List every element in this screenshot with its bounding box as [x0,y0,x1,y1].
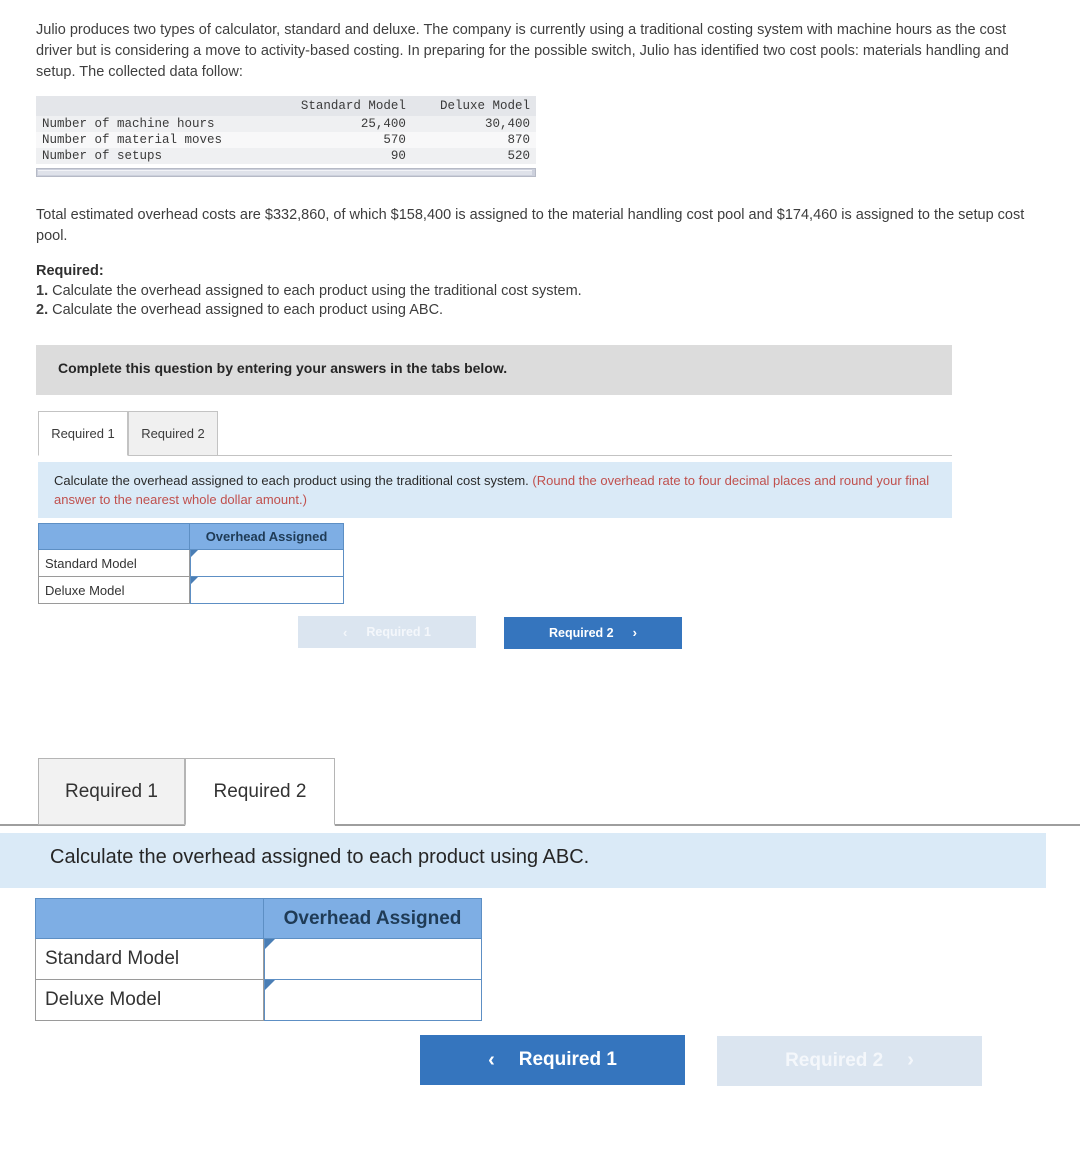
collected-data-table: Standard Model Deluxe Model Number of ma… [36,96,536,164]
section2-prev-button-label: Required 1 [518,1049,617,1070]
section2-next-required-2-button[interactable]: Required 2 › [717,1035,982,1086]
table-row: Number of setups 90 520 [36,148,536,164]
section2-instruction-text: Calculate the overhead assigned to each … [50,846,590,868]
section2-answer-table: Overhead Assigned Standard Model Deluxe … [35,898,482,1021]
cell-setups-deluxe: 520 [411,148,536,164]
section2-instruction-banner: Calculate the overhead assigned to each … [0,833,1046,888]
required-item-2: 2. Calculate the overhead assigned to ea… [36,301,1036,321]
chevron-right-icon: › [907,1049,914,1071]
section1-prev-required-1-button[interactable]: ‹ Required 1 [298,616,476,648]
row-label-material-moves: Number of material moves [36,132,270,148]
answer-label-deluxe-model-large: Deluxe Model [35,980,264,1021]
chevron-right-icon: › [632,625,637,640]
chevron-left-icon: ‹ [343,624,348,640]
table-header-row: Standard Model Deluxe Model [36,96,536,116]
section2-next-button-label: Required 2 [785,1049,884,1071]
row-label-setups: Number of setups [36,148,270,164]
required-item-1-text: Calculate the overhead assigned to each … [48,282,582,299]
section1-prev-button-label: Required 1 [366,625,431,639]
section1-answer-table: Overhead Assigned Standard Model Deluxe … [38,523,344,604]
answer-row-standard-large: Standard Model [35,939,482,980]
answer-header-blank-large [35,898,264,939]
column-header-standard-model: Standard Model [269,96,412,116]
section1-instruction-main: Calculate the overhead assigned to each … [54,473,533,488]
table-row: Number of material moves 570 870 [36,132,536,148]
cell-flag-icon [191,550,198,557]
answer-label-deluxe-model-small: Deluxe Model [38,577,190,604]
cell-setups-standard: 90 [269,148,412,164]
section1-navigation: ‹ Required 1 Required 2 › [298,616,682,649]
cell-flag-icon [265,939,275,949]
answer-header-overhead-assigned-small: Overhead Assigned [190,523,344,550]
answer-header-row: Overhead Assigned [35,898,482,939]
problem-statement-paragraph-1: Julio produces two types of calculator, … [36,22,1009,80]
problem-statement-paragraph-2: Total estimated overhead costs are $332,… [36,207,1025,244]
cell-flag-icon [191,577,198,584]
answer-input-standard-model-small[interactable] [190,550,344,577]
required-item-1: 1. Calculate the overhead assigned to ea… [36,282,1036,302]
section1-next-button-label: Required 2 [549,625,614,640]
answer-input-deluxe-model-large[interactable] [264,980,482,1021]
required-item-2-number: 2. [36,302,49,318]
answer-label-standard-model-small: Standard Model [38,550,190,577]
cell-material-moves-standard: 570 [269,132,412,148]
horizontal-scrollbar[interactable] [36,168,536,177]
cell-flag-icon [265,980,275,990]
answer-row-standard-small: Standard Model [38,550,344,577]
complete-question-banner: Complete this question by entering your … [36,345,952,395]
cell-machine-hours-deluxe: 30,400 [411,116,536,132]
required-item-2-text: Calculate the overhead assigned to each … [48,302,444,318]
collected-data-table-wrapper: Standard Model Deluxe Model Number of ma… [36,96,536,177]
answer-header-row: Overhead Assigned [38,523,344,550]
section2-answer-table-wrapper: Overhead Assigned Standard Model Deluxe … [35,898,482,1021]
answer-input-deluxe-model-small[interactable] [190,577,344,604]
section1-instruction-banner: Calculate the overhead assigned to each … [38,462,952,518]
answer-header-overhead-assigned-large: Overhead Assigned [264,898,482,939]
section1-next-required-2-button[interactable]: Required 2 › [504,616,682,649]
tab-required-2-small[interactable]: Required 2 [128,411,218,456]
answer-input-standard-model-large[interactable] [264,939,482,980]
required-item-1-number: 1. [36,282,49,299]
required-heading: Required: [36,263,104,279]
tab-required-1-small[interactable]: Required 1 [38,411,128,456]
tab-required-1-large[interactable]: Required 1 [38,758,185,825]
column-header-deluxe-model: Deluxe Model [411,96,536,116]
complete-question-banner-text: Complete this question by entering your … [58,360,508,376]
chevron-left-icon: ‹ [488,1048,495,1071]
required-list: Required: 1. Calculate the overhead assi… [36,262,1036,321]
cell-machine-hours-standard: 25,400 [269,116,412,132]
section2-navigation: ‹ Required 1 Required 2 › [420,1035,982,1086]
answer-row-deluxe-large: Deluxe Model [35,980,482,1021]
answer-row-deluxe-small: Deluxe Model [38,577,344,604]
column-header-blank [36,96,270,116]
table-row: Number of machine hours 25,400 30,400 [36,116,536,132]
row-label-machine-hours: Number of machine hours [36,116,270,132]
answer-header-blank-small [38,523,190,550]
section1-answer-table-wrapper: Overhead Assigned Standard Model Deluxe … [38,523,344,604]
section1-instruction-text: Calculate the overhead assigned to each … [54,471,944,509]
tab-required-2-large[interactable]: Required 2 [185,758,335,826]
cell-material-moves-deluxe: 870 [411,132,536,148]
section2-prev-required-1-button[interactable]: ‹ Required 1 [420,1035,685,1085]
answer-label-standard-model-large: Standard Model [35,939,264,980]
scrollbar-thumb[interactable] [38,170,532,175]
